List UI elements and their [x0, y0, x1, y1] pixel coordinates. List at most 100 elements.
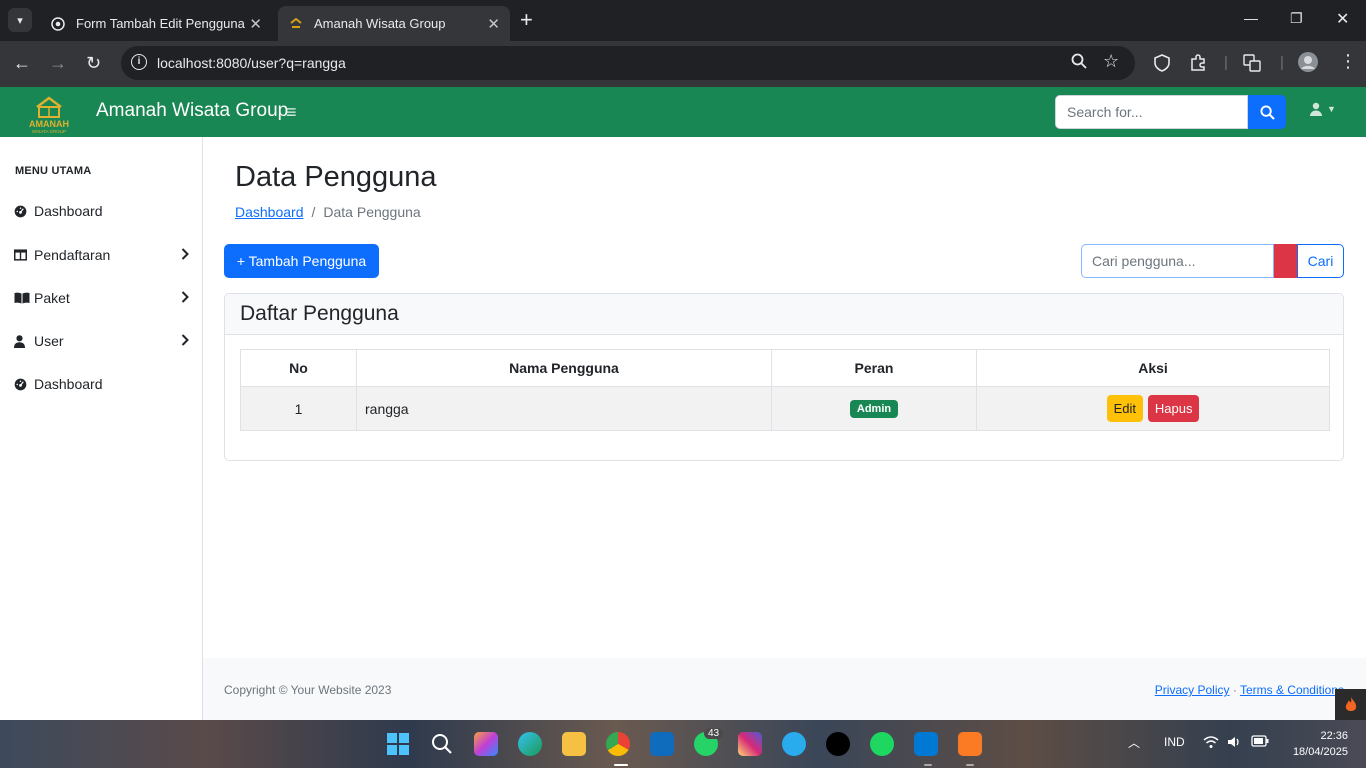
app-navbar: AMANAH WISATA GROUP Amanah Wisata Group … — [0, 87, 1366, 137]
profile-avatar[interactable] — [1297, 51, 1319, 77]
user-list-card: Daftar Pengguna No Nama Pengguna Peran A… — [224, 293, 1344, 461]
column-header: No — [240, 349, 357, 387]
breadcrumb-link-dashboard[interactable]: Dashboard — [235, 204, 304, 220]
browser-tab-active[interactable]: Amanah Wisata Group ✕ — [278, 6, 510, 41]
chevron-up-icon[interactable]: ︿ — [1128, 734, 1140, 751]
delete-button[interactable]: Hapus — [1147, 395, 1200, 422]
edge-browser-icon[interactable] — [518, 732, 542, 756]
user-search-group: Cari — [1081, 244, 1344, 278]
add-user-button[interactable]: + Tambah Pengguna — [224, 244, 379, 278]
copyright-text: Copyright © Your Website 2023 — [224, 683, 392, 697]
table-row: 1 rangga Admin Edit Hapus — [240, 386, 1330, 431]
cell-name: rangga — [356, 386, 772, 431]
sidebar-item-user[interactable]: User — [14, 330, 189, 352]
window-close-icon[interactable]: ✕ — [1336, 9, 1349, 29]
user-icon — [14, 334, 34, 348]
zoom-icon[interactable] — [1071, 53, 1087, 74]
main-content: Data Pengguna Dashboard / Data Pengguna … — [203, 137, 1366, 720]
site-info-icon[interactable]: i — [131, 54, 147, 70]
shield-extension-icon[interactable] — [1154, 54, 1170, 76]
copilot-icon[interactable] — [474, 732, 498, 756]
gauge-icon — [14, 205, 34, 218]
columns-icon — [14, 249, 34, 261]
puzzle-extensions-icon[interactable] — [1189, 54, 1207, 76]
browser-tab-strip: ▾ Form Tambah Edit Pengguna ✕ Amanah Wis… — [0, 0, 1366, 41]
xampp-icon[interactable] — [958, 732, 982, 756]
terms-link[interactable]: Terms & Conditions — [1240, 683, 1344, 697]
close-tab-icon[interactable]: ✕ — [249, 15, 262, 33]
active-app-indicator — [614, 764, 628, 766]
sidebar-item-label: Paket — [34, 290, 70, 306]
edit-button[interactable]: Edit — [1106, 395, 1143, 422]
minimize-icon[interactable]: — — [1244, 10, 1258, 26]
search-submit-button[interactable]: Cari — [1297, 244, 1344, 278]
chevron-right-icon — [181, 333, 189, 349]
site-favicon-icon — [288, 16, 304, 32]
chevron-right-icon — [181, 247, 189, 263]
sidebar-item-pendaftaran[interactable]: Pendaftaran — [14, 244, 189, 266]
telegram-icon[interactable] — [782, 732, 806, 756]
search-icon — [1259, 104, 1275, 120]
restore-icon[interactable]: ❐ — [1290, 10, 1303, 27]
file-explorer-icon[interactable] — [562, 732, 586, 756]
sidebar-heading: MENU UTAMA — [15, 165, 92, 177]
new-tab-button[interactable]: + — [520, 8, 533, 32]
brand-name[interactable]: Amanah Wisata Group — [96, 100, 288, 122]
footer: Copyright © Your Website 2023 Privacy Po… — [203, 658, 1366, 720]
column-header: Peran — [771, 349, 977, 387]
instagram-icon[interactable] — [738, 732, 762, 756]
url-text[interactable]: localhost:8080/user?q=rangga — [157, 55, 346, 71]
breadcrumb-separator: / — [311, 204, 316, 220]
tab-title: Amanah Wisata Group — [314, 16, 446, 31]
toolbar-divider: | — [1280, 54, 1284, 71]
spotify-icon[interactable] — [870, 732, 894, 756]
tab-search-dropdown[interactable]: ▾ — [8, 8, 32, 32]
navbar-search-button[interactable] — [1248, 95, 1286, 129]
gauge-icon — [14, 378, 34, 391]
user-table: No Nama Pengguna Peran Aksi 1 rangga Adm… — [240, 349, 1330, 431]
flame-app-icon[interactable] — [1335, 689, 1366, 720]
taskbar: 43 ︿ IND 22:36 18/04/2025 — [0, 720, 1366, 768]
translate-icon[interactable] — [1243, 54, 1261, 76]
sidebar: MENU UTAMA Dashboard Pendaftaran Paket U… — [0, 137, 203, 720]
sidebar-item-dashboard[interactable]: Dashboard — [14, 200, 189, 222]
chrome-icon[interactable] — [606, 732, 630, 756]
volume-icon[interactable] — [1227, 735, 1241, 752]
user-search-input[interactable] — [1081, 244, 1274, 278]
vscode-icon[interactable] — [914, 732, 938, 756]
language-indicator[interactable]: IND — [1164, 735, 1185, 749]
sidebar-item-label: User — [34, 333, 64, 349]
back-arrow-icon[interactable]: ← — [13, 53, 31, 74]
sidebar-item-label: Dashboard — [34, 376, 103, 392]
windows-start-icon[interactable] — [386, 732, 410, 756]
privacy-policy-link[interactable]: Privacy Policy — [1155, 683, 1230, 697]
reload-icon[interactable]: ↻ — [86, 53, 101, 74]
column-header: Nama Pengguna — [356, 349, 772, 387]
sidebar-item-dashboard-2[interactable]: Dashboard — [14, 373, 189, 395]
search-addon — [1274, 244, 1297, 278]
amanah-logo[interactable]: AMANAH WISATA GROUP — [24, 89, 74, 135]
address-bar[interactable]: i localhost:8080/user?q=rangga ☆ — [121, 46, 1135, 80]
battery-icon[interactable] — [1251, 735, 1269, 750]
system-clock[interactable]: 22:36 18/04/2025 — [1284, 728, 1348, 760]
sidebar-item-label: Dashboard — [34, 203, 103, 219]
clock-date: 18/04/2025 — [1292, 746, 1348, 758]
close-tab-icon[interactable]: ✕ — [487, 15, 500, 33]
browser-tab[interactable]: Form Tambah Edit Pengguna ✕ — [40, 6, 272, 41]
kebab-menu-icon[interactable]: ⋮ — [1339, 51, 1357, 72]
cell-no: 1 — [240, 386, 357, 431]
bookmark-star-icon[interactable]: ☆ — [1103, 51, 1119, 72]
search-icon[interactable] — [430, 732, 454, 756]
cell-role: Admin — [771, 386, 977, 431]
sidebar-item-label: Pendaftaran — [34, 247, 111, 263]
microsoft-store-icon[interactable] — [650, 732, 674, 756]
tiktok-icon[interactable] — [826, 732, 850, 756]
wifi-icon[interactable] — [1203, 735, 1219, 752]
footer-links: Privacy Policy · Terms & Conditions — [1155, 683, 1344, 697]
navbar-search-input[interactable] — [1055, 95, 1248, 129]
navbar-search — [1055, 95, 1286, 129]
user-dropdown[interactable]: ▼ — [1309, 102, 1336, 116]
forward-arrow-icon[interactable]: → — [49, 53, 67, 74]
sidebar-item-paket[interactable]: Paket — [14, 287, 189, 309]
sidebar-toggle-icon[interactable]: ≡ — [286, 102, 297, 123]
